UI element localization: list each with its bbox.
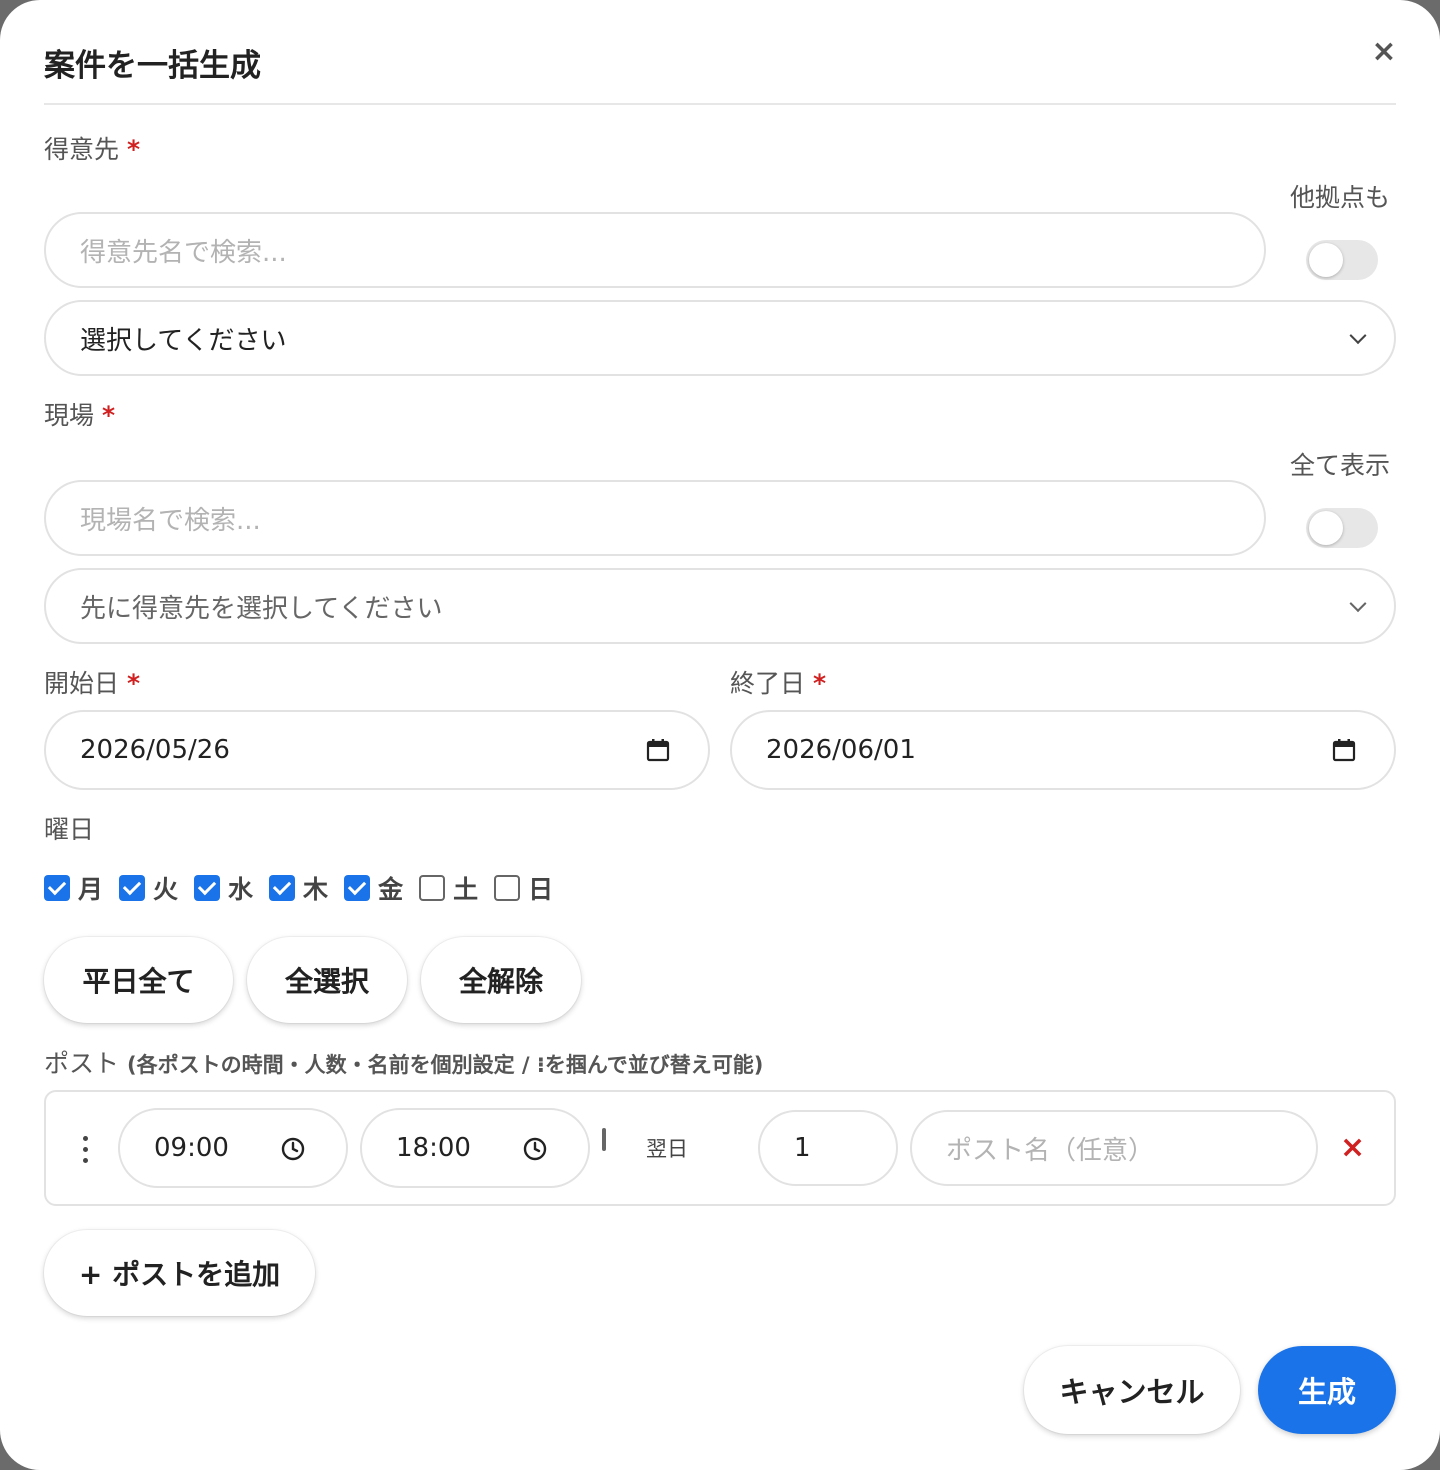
posts-hint: (各ポストの時間・人数・名前を個別設定 / ⁝を掴んで並び替え可能) (126, 1053, 764, 1077)
add-post-button[interactable]: + ポストを追加 (44, 1230, 315, 1316)
weekday-sat[interactable]: 土 (419, 870, 478, 906)
client-select[interactable]: 選択してください (44, 300, 1396, 376)
end-date-input[interactable]: 2026/06/01 (730, 710, 1396, 790)
start-date-label-text: 開始日 (44, 669, 120, 698)
calendar-icon[interactable] (1332, 738, 1356, 762)
bulk-create-dialog: 案件を一括生成 × 得意先 * 他拠点も 得意先名で検索... 選択してください … (0, 0, 1440, 1470)
end-date-value: 2026/06/01 (766, 735, 916, 765)
close-icon[interactable]: × (1366, 34, 1402, 70)
show-all-toggle-label: 全て表示 (1290, 451, 1391, 480)
post-name-input[interactable]: ポスト名（任意） (910, 1110, 1318, 1186)
client-label-text: 得意先 (44, 135, 120, 164)
weekday-checkboxes: 月 火 水 木 金 土 日 (44, 870, 569, 906)
show-all-toggle[interactable] (1306, 508, 1378, 548)
chevron-down-icon (1349, 595, 1367, 613)
start-date-label: 開始日 * (44, 664, 140, 700)
post-start-time-input[interactable]: 09:00 (118, 1108, 348, 1188)
start-date-value: 2026/05/26 (80, 735, 230, 765)
weekday-label: 金 (378, 875, 404, 904)
weekday-label: 木 (303, 875, 329, 904)
toggle-knob (1309, 243, 1343, 277)
checkbox-unchecked[interactable] (494, 875, 521, 901)
chevron-down-icon (1349, 327, 1367, 345)
weekday-wed[interactable]: 水 (194, 870, 253, 906)
start-date-input[interactable]: 2026/05/26 (44, 710, 710, 790)
checkbox-checked[interactable] (44, 875, 70, 901)
other-branches-toggle[interactable] (1306, 240, 1378, 280)
cancel-button[interactable]: キャンセル (1024, 1346, 1240, 1434)
weekday-label: 日 (528, 875, 554, 904)
posts-label: ポスト (各ポストの時間・人数・名前を個別設定 / ⁝を掴んで並び替え可能) (44, 1044, 763, 1080)
end-date-label-text: 終了日 (730, 669, 806, 698)
posts-label-text: ポスト (44, 1049, 120, 1078)
site-label-text: 現場 (44, 401, 95, 430)
required-mark: * (102, 401, 116, 430)
required-mark: * (813, 669, 827, 698)
post-name-placeholder: ポスト名（任意） (946, 1135, 1155, 1166)
weekday-thu[interactable]: 木 (269, 870, 328, 906)
site-select-value: 先に得意先を選択してください (80, 593, 443, 624)
drag-handle-icon[interactable] (80, 1136, 90, 1166)
clock-icon[interactable] (280, 1136, 306, 1162)
checkbox-checked[interactable] (269, 875, 296, 901)
select-all-button[interactable]: 全選択 (247, 937, 407, 1023)
weekdays-all-button[interactable]: 平日全て (44, 937, 233, 1023)
site-search-input[interactable]: 現場名で検索... (44, 480, 1266, 556)
weekday-tue[interactable]: 火 (119, 870, 178, 906)
next-day-label: 翌日 (646, 1137, 688, 1161)
required-mark: * (127, 135, 141, 164)
post-end-time-value: 18:00 (396, 1133, 471, 1163)
site-select[interactable]: 先に得意先を選択してください (44, 568, 1396, 644)
weekday-label: 火 (153, 875, 179, 904)
post-start-time-value: 09:00 (154, 1133, 229, 1163)
weekdays-label: 曜日 (44, 815, 95, 844)
toggle-knob (1309, 511, 1343, 545)
post-count-value: 1 (794, 1133, 811, 1163)
client-select-value: 選択してください (80, 325, 287, 356)
weekday-label: 月 (78, 875, 104, 904)
site-search-placeholder: 現場名で検索... (80, 505, 261, 536)
clock-icon[interactable] (522, 1136, 548, 1162)
weekday-label: 水 (228, 875, 254, 904)
title-divider (44, 103, 1396, 105)
create-button[interactable]: 生成 (1258, 1346, 1396, 1434)
calendar-icon[interactable] (646, 738, 670, 762)
weekday-fri[interactable]: 金 (344, 870, 403, 906)
client-search-placeholder: 得意先名で検索... (80, 237, 287, 268)
deselect-all-button[interactable]: 全解除 (421, 937, 581, 1023)
checkbox-unchecked[interactable] (419, 875, 446, 901)
other-branches-toggle-label: 他拠点も (1290, 183, 1391, 212)
post-end-time-input[interactable]: 18:00 (360, 1108, 590, 1188)
required-mark: * (127, 669, 141, 698)
client-search-input[interactable]: 得意先名で検索... (44, 212, 1266, 288)
checkbox-checked[interactable] (344, 875, 371, 901)
checkbox-checked[interactable] (119, 875, 146, 901)
checkbox-checked[interactable] (194, 875, 221, 901)
dialog-title: 案件を一括生成 (44, 48, 261, 84)
weekday-label: 土 (453, 875, 479, 904)
post-count-input[interactable]: 1 (758, 1110, 898, 1186)
weekday-mon[interactable]: 月 (44, 870, 103, 906)
end-date-label: 終了日 * (730, 664, 826, 700)
weekday-sun[interactable]: 日 (494, 870, 553, 906)
site-label: 現場 * (44, 396, 115, 432)
client-label: 得意先 * (44, 130, 140, 166)
remove-post-icon[interactable]: × (1340, 1130, 1365, 1165)
next-day-checkbox[interactable] (602, 1128, 606, 1151)
